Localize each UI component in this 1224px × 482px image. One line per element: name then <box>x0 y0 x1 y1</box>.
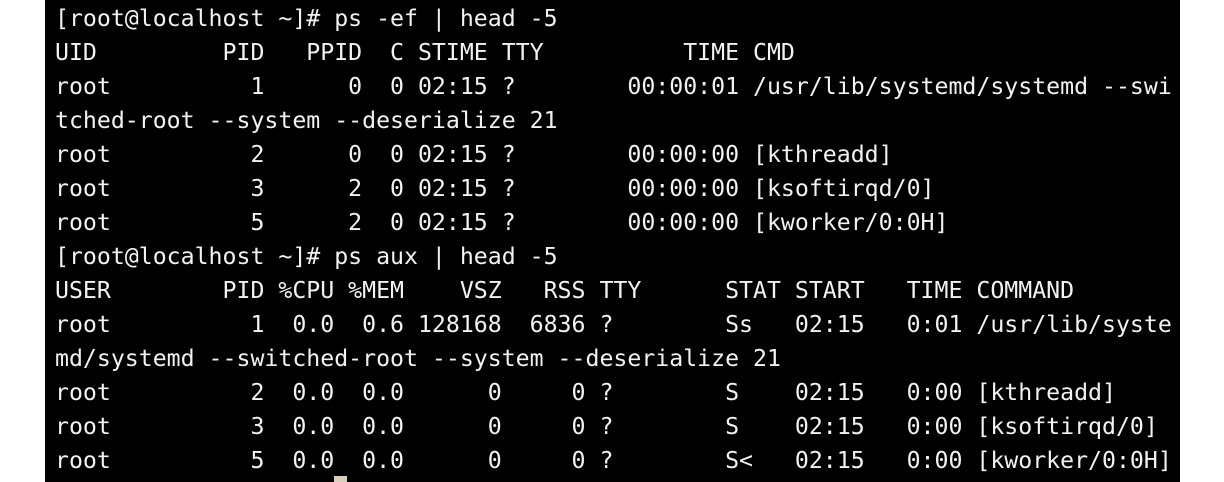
ps-aux-row-pid-1: root 1 0.0 0.6 128168 6836 ? Ss 02:15 0:… <box>55 311 1172 338</box>
ps-aux-row-pid-3: root 3 0.0 0.0 0 0 ? S 02:15 0:00 [ksoft… <box>55 413 1158 440</box>
terminal-window[interactable]: [root@localhost ~]# ps -ef | head -5 UID … <box>45 0 1180 482</box>
terminal-output: [root@localhost ~]# ps -ef | head -5 UID … <box>55 2 1172 478</box>
prompt-line-ps-ef: [root@localhost ~]# ps -ef | head -5 <box>55 5 558 32</box>
prompt-line-ps-aux: [root@localhost ~]# ps aux | head -5 <box>55 243 558 270</box>
text-cursor <box>334 476 347 482</box>
ps-aux-row-pid-5: root 5 0.0 0.0 0 0 ? S< 02:15 0:00 [kwor… <box>55 447 1172 474</box>
ps-aux-row-pid-1-wrap: md/systemd --switched-root --system --de… <box>55 345 781 372</box>
ps-aux-row-pid-2: root 2 0.0 0.0 0 0 ? S 02:15 0:00 [kthre… <box>55 379 1116 406</box>
ps-ef-row-pid-5: root 5 2 0 02:15 ? 00:00:00 [kworker/0:0… <box>55 209 949 236</box>
ps-aux-header-row: USER PID %CPU %MEM VSZ RSS TTY STAT STAR… <box>55 277 1075 304</box>
ps-ef-row-pid-1-wrap: tched-root --system --deserialize 21 <box>55 107 558 134</box>
ps-ef-row-pid-3: root 3 2 0 02:15 ? 00:00:00 [ksoftirqd/0… <box>55 175 935 202</box>
ps-ef-row-pid-2: root 2 0 0 02:15 ? 00:00:00 [kthreadd] <box>55 141 893 168</box>
ps-ef-header-row: UID PID PPID C STIME TTY TIME CMD <box>55 39 795 66</box>
ps-ef-row-pid-1: root 1 0 0 02:15 ? 00:00:01 /usr/lib/sys… <box>55 73 1172 100</box>
